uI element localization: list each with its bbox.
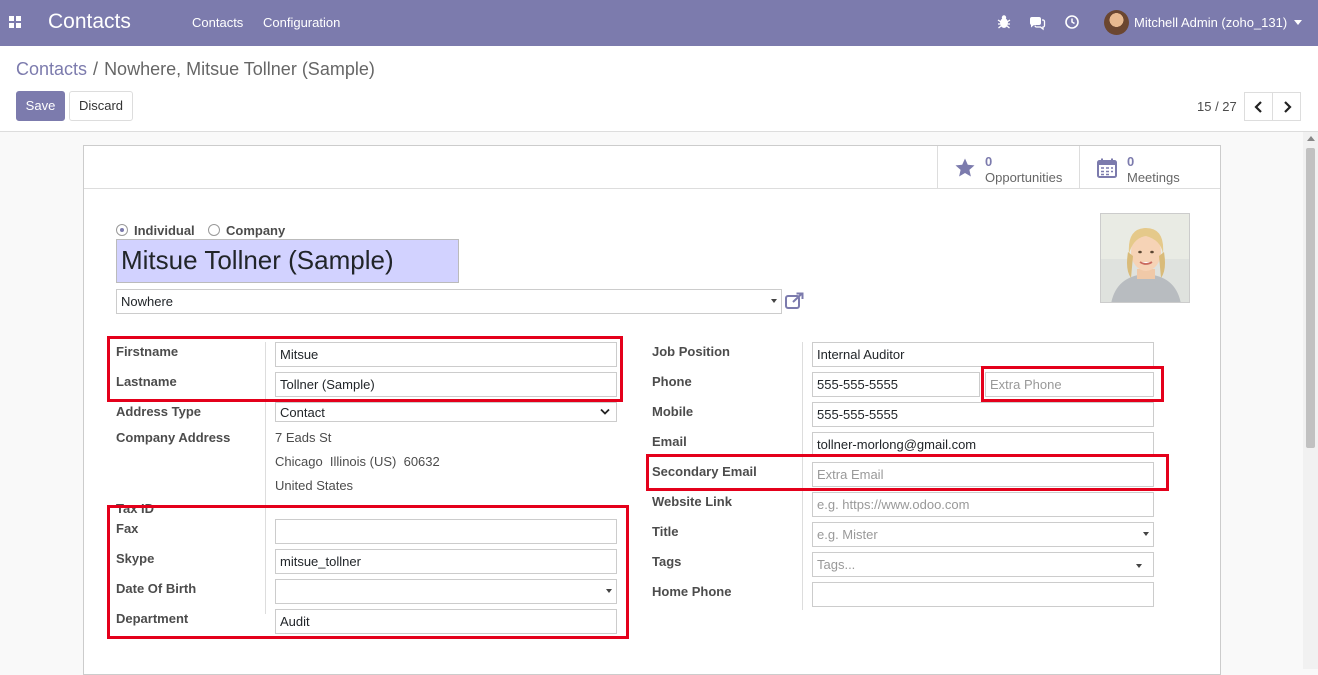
- pager-value[interactable]: 15 / 27: [1197, 99, 1237, 114]
- avatar: [1104, 10, 1129, 35]
- radio-company-indicator: [208, 224, 220, 236]
- meetings-label: Meetings: [1127, 170, 1180, 185]
- clock-icon[interactable]: [1063, 13, 1081, 31]
- opportunities-button[interactable]: 0 Opportunities: [937, 146, 1079, 189]
- phone-label: Phone: [652, 374, 692, 389]
- chevron-left-icon: [1254, 101, 1262, 113]
- department-input[interactable]: Audit: [275, 609, 617, 634]
- contact-photo-image: [1101, 214, 1189, 302]
- save-button[interactable]: Save: [16, 91, 65, 121]
- secondary-email-label: Secondary Email: [652, 464, 757, 479]
- title-label: Title: [652, 524, 679, 539]
- date-of-birth-input[interactable]: [275, 579, 617, 604]
- fax-input[interactable]: [275, 519, 617, 544]
- dropdown-caret-icon: [606, 589, 612, 593]
- address-street: 7 Eads St: [275, 430, 332, 445]
- menu-configuration[interactable]: Configuration: [263, 15, 340, 30]
- address-city-line: Chicago Illinois (US) 60632: [275, 454, 440, 469]
- email-label: Email: [652, 434, 687, 449]
- form-sheet: 0 Opportunities 0 Meetings Individual Co…: [83, 145, 1221, 675]
- lastname-label: Lastname: [116, 374, 177, 389]
- menu-contacts[interactable]: Contacts: [192, 15, 243, 30]
- right-column-divider: [802, 342, 803, 610]
- opportunities-count: 0: [985, 154, 993, 169]
- radio-individual-label: Individual: [134, 223, 195, 238]
- opportunities-label: Opportunities: [985, 170, 1063, 185]
- breadcrumb: Contacts / Nowhere, Mitsue Tollner (Sample…: [16, 59, 375, 80]
- home-phone-input[interactable]: [812, 582, 1154, 607]
- tax-id-label: Tax ID: [116, 501, 155, 516]
- breadcrumb-separator: /: [93, 59, 99, 79]
- lastname-input[interactable]: Tollner (Sample): [275, 372, 617, 397]
- website-label: Website Link: [652, 494, 732, 509]
- title-select[interactable]: e.g. Mister: [812, 522, 1154, 547]
- address-country: United States: [275, 478, 354, 493]
- external-link-icon[interactable]: [785, 292, 805, 310]
- discard-button[interactable]: Discard: [69, 91, 133, 121]
- firstname-label: Firstname: [116, 344, 179, 359]
- fax-label: Fax: [116, 521, 139, 536]
- job-position-input[interactable]: Internal Auditor: [812, 342, 1154, 367]
- skype-input[interactable]: mitsue_tollner: [275, 549, 617, 574]
- job-position-label: Job Position: [652, 344, 730, 359]
- apps-menu-icon[interactable]: [9, 16, 22, 29]
- chevron-down-icon: [600, 408, 610, 415]
- parent-company-select[interactable]: Nowhere: [116, 289, 782, 314]
- radio-company-label: Company: [226, 223, 286, 238]
- address-type-select[interactable]: Contact: [275, 402, 617, 422]
- firstname-input[interactable]: Mitsue: [275, 342, 617, 367]
- mobile-input[interactable]: 555-555-5555: [812, 402, 1154, 427]
- chat-icon[interactable]: [1028, 13, 1046, 31]
- contact-name-input[interactable]: Mitsue Tollner (Sample): [116, 239, 459, 283]
- contact-photo[interactable]: [1100, 213, 1190, 303]
- left-column-divider: [265, 342, 266, 614]
- dropdown-caret-icon: [1136, 564, 1142, 568]
- breadcrumb-contacts-link[interactable]: Contacts: [16, 59, 87, 79]
- breadcrumb-current: Nowhere, Mitsue Tollner (Sample): [104, 59, 375, 79]
- tags-placeholder: Tags...: [817, 557, 856, 572]
- website-input[interactable]: e.g. https://www.odoo.com: [812, 492, 1154, 517]
- scrollbar-thumb[interactable]: [1306, 148, 1315, 448]
- mobile-label: Mobile: [652, 404, 694, 419]
- star-icon: [955, 158, 975, 177]
- meetings-count: 0: [1127, 154, 1135, 169]
- smart-button-box: 0 Opportunities 0 Meetings: [84, 146, 1220, 189]
- address-type-label: Address Type: [116, 404, 202, 419]
- skype-label: Skype: [116, 551, 155, 566]
- date-of-birth-label: Date Of Birth: [116, 581, 197, 596]
- company-address-label: Company Address: [116, 430, 231, 445]
- dropdown-caret-icon: [771, 299, 777, 303]
- app-title[interactable]: Contacts: [48, 10, 131, 34]
- pager-previous-button[interactable]: [1244, 92, 1273, 121]
- control-panel: Contacts / Nowhere, Mitsue Tollner (Sample…: [0, 46, 1318, 132]
- extra-phone-input[interactable]: Extra Phone: [985, 372, 1154, 397]
- scrollbar[interactable]: [1303, 132, 1318, 669]
- user-name: Mitchell Admin (zoho_131): [1134, 15, 1288, 30]
- calendar-icon: [1097, 158, 1117, 178]
- pager-next-button[interactable]: [1272, 92, 1301, 121]
- secondary-email-input[interactable]: Extra Email: [812, 462, 1154, 487]
- chevron-down-icon: [1294, 20, 1302, 25]
- bug-icon[interactable]: [995, 13, 1013, 31]
- parent-company-value: Nowhere: [121, 294, 174, 309]
- tags-input[interactable]: Tags...: [812, 552, 1154, 577]
- top-navbar: Contacts Contacts Configuration Mitchell…: [0, 0, 1318, 46]
- scroll-up-arrow-icon[interactable]: [1307, 136, 1315, 141]
- chevron-right-icon: [1284, 101, 1292, 113]
- dropdown-caret-icon: [1143, 532, 1149, 536]
- tags-label: Tags: [652, 554, 682, 569]
- radio-individual-indicator: [116, 224, 128, 236]
- department-label: Department: [116, 611, 189, 626]
- title-placeholder: e.g. Mister: [817, 527, 878, 542]
- email-input[interactable]: tollner-morlong@gmail.com: [812, 432, 1154, 457]
- home-phone-label: Home Phone: [652, 584, 732, 599]
- address-type-value: Contact: [280, 405, 325, 420]
- meetings-button[interactable]: 0 Meetings: [1079, 146, 1221, 189]
- phone-input[interactable]: 555-555-5555: [812, 372, 980, 397]
